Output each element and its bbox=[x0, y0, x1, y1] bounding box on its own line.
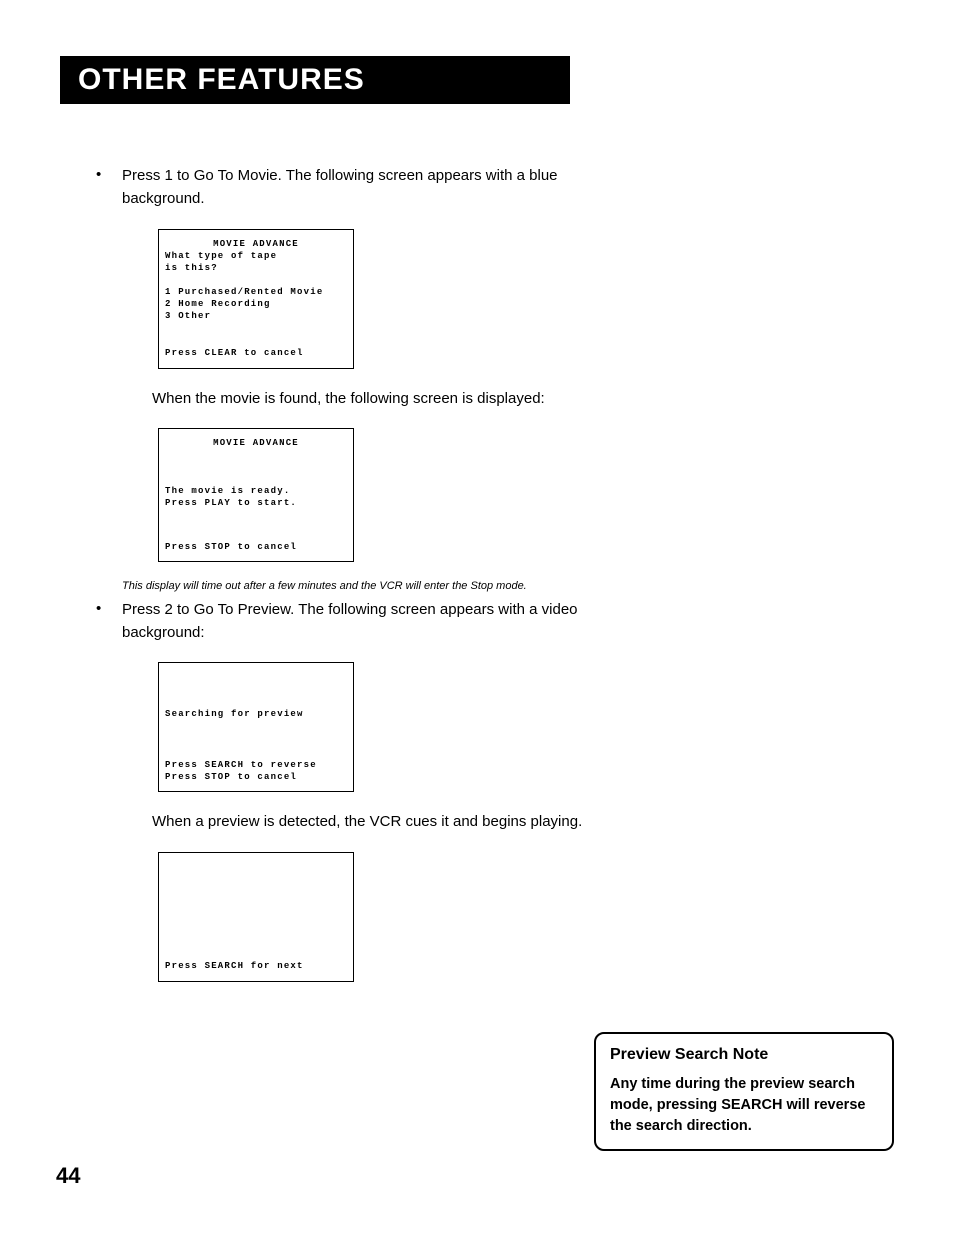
note-title: Preview Search Note bbox=[610, 1046, 878, 1064]
screen-search-next: Press SEARCH for next bbox=[158, 852, 354, 982]
body-paragraph: When a preview is detected, the VCR cues… bbox=[152, 810, 620, 833]
screen-movie-advance-1: MOVIE ADVANCEWhat type of tape is this? … bbox=[158, 229, 354, 369]
note-box: Preview Search Note Any time during the … bbox=[594, 1032, 894, 1151]
page-number: 44 bbox=[56, 1163, 80, 1189]
screen-line: Press PLAY to start. bbox=[165, 498, 297, 508]
screen-line: Searching for preview bbox=[165, 709, 304, 719]
screen-line: Press SEARCH for next bbox=[165, 960, 347, 972]
bullet-item: • Press 1 to Go To Movie. The following … bbox=[90, 164, 620, 211]
screen-option: 2 Home Recording bbox=[165, 299, 271, 309]
bullet-marker: • bbox=[90, 598, 122, 645]
body-paragraph: When the movie is found, the following s… bbox=[152, 387, 620, 410]
bullet-marker: • bbox=[90, 164, 122, 211]
screen-cancel: Press CLEAR to cancel bbox=[165, 348, 304, 358]
screen-searching-preview: Searching for preview Press SEARCH to rev… bbox=[158, 662, 354, 792]
section-header: OTHER FEATURES bbox=[60, 56, 570, 104]
screen-movie-advance-2: MOVIE ADVANCE The movie is ready. Press … bbox=[158, 428, 354, 562]
screen-line: is this? bbox=[165, 263, 218, 273]
screen-title: MOVIE ADVANCE bbox=[165, 238, 347, 250]
screen-line: Press STOP to cancel bbox=[165, 772, 297, 782]
screen-cancel: Press STOP to cancel bbox=[165, 541, 347, 553]
screen-line: Press SEARCH to reverse bbox=[165, 760, 317, 770]
screen-option: 1 Purchased/Rented Movie bbox=[165, 287, 323, 297]
screen-line: The movie is ready. bbox=[165, 486, 290, 496]
caption-note: This display will time out after a few m… bbox=[122, 580, 620, 592]
section-title: OTHER FEATURES bbox=[78, 63, 365, 97]
screen-line: What type of tape bbox=[165, 251, 277, 261]
bullet-text: Press 2 to Go To Preview. The following … bbox=[122, 598, 620, 645]
screen-title: MOVIE ADVANCE bbox=[165, 437, 347, 449]
bullet-text: Press 1 to Go To Movie. The following sc… bbox=[122, 164, 620, 211]
screen-option: 3 Other bbox=[165, 311, 211, 321]
bullet-item: • Press 2 to Go To Preview. The followin… bbox=[90, 598, 620, 645]
note-body: Any time during the preview search mode,… bbox=[610, 1074, 878, 1137]
